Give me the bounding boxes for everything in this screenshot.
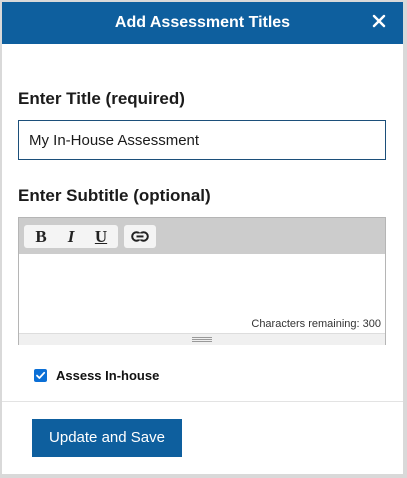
- title-input[interactable]: [18, 120, 386, 160]
- footer-divider: [2, 401, 403, 402]
- resize-grip-icon: [192, 337, 212, 342]
- editor-toolbar: B I U: [19, 218, 385, 254]
- subtitle-editor: B I U Characters remaining: 300: [18, 217, 386, 345]
- dialog-header: Add Assessment Titles: [2, 2, 403, 44]
- close-button[interactable]: [369, 10, 389, 32]
- subtitle-text-area[interactable]: [19, 254, 385, 316]
- editor-resize-handle[interactable]: [19, 333, 385, 345]
- assessment-titles-dialog: Add Assessment Titles Enter Title (requi…: [2, 2, 403, 474]
- link-icon: [131, 231, 149, 242]
- underline-button[interactable]: U: [86, 225, 116, 248]
- italic-button[interactable]: I: [56, 225, 86, 248]
- title-label: Enter Title (required): [18, 89, 185, 108]
- assess-in-house-label[interactable]: Assess In-house: [56, 368, 159, 383]
- dialog-title: Add Assessment Titles: [114, 14, 291, 31]
- update-and-save-button[interactable]: Update and Save: [32, 419, 182, 457]
- bold-button[interactable]: B: [26, 225, 56, 248]
- format-button-group: B I U: [24, 225, 118, 248]
- insert-link-button[interactable]: [125, 225, 155, 248]
- subtitle-label: Enter Subtitle (optional): [18, 186, 211, 205]
- characters-remaining: Characters remaining: 300: [251, 318, 381, 330]
- assess-in-house-checkbox[interactable]: [34, 369, 47, 382]
- checkmark-icon: [36, 371, 46, 379]
- close-icon: [372, 14, 386, 28]
- link-button-group: [124, 225, 156, 248]
